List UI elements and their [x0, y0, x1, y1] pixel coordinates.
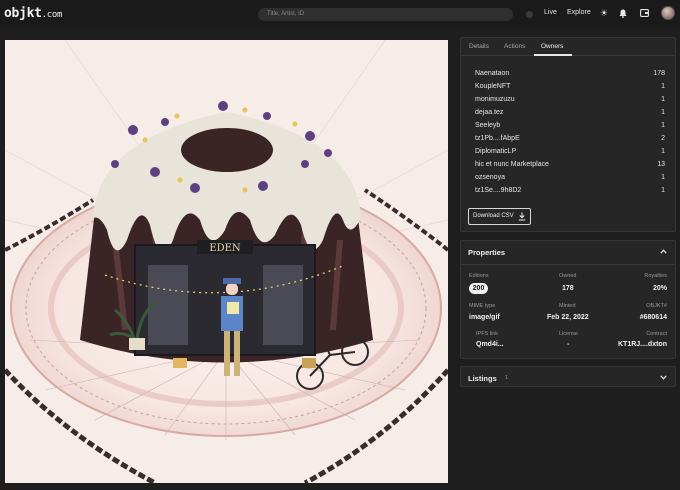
top-nav-bar: objkt.com Title, Artist, ID Live Explore…: [0, 0, 680, 28]
properties-panel: Properties Editions 200 Owned 178 Royalt…: [460, 240, 676, 359]
contract-label: Contract: [646, 331, 667, 337]
properties-heading[interactable]: Properties: [468, 248, 505, 257]
avatar[interactable]: [661, 6, 675, 20]
tab-details[interactable]: Details: [469, 43, 489, 50]
nav-link-explore[interactable]: Explore: [567, 9, 591, 16]
objkt-value[interactable]: #680614: [640, 314, 667, 321]
owner-name[interactable]: monimuzuzu: [475, 96, 515, 103]
owner-row[interactable]: dejaa.tez 1: [475, 109, 665, 121]
listings-count: 1: [505, 375, 509, 381]
owner-row[interactable]: monimuzuzu 1: [475, 96, 665, 108]
wallet-icon[interactable]: [640, 9, 649, 17]
owner-row[interactable]: ozsenoya 1: [475, 174, 665, 186]
artwork-image[interactable]: EDEN: [5, 40, 448, 483]
contract-link[interactable]: KT1RJ....dxton: [618, 341, 667, 348]
tab-bar: Details Actions Owners: [461, 38, 675, 56]
owner-name[interactable]: KoupleNFT: [475, 83, 510, 90]
download-icon: [518, 212, 526, 221]
owner-count: 2: [661, 135, 665, 142]
ipfs-label: IPFS link: [476, 331, 499, 337]
owner-count: 13: [657, 161, 665, 168]
owner-count: 1: [661, 109, 665, 116]
mime-label: MIME type: [469, 303, 496, 309]
owner-row[interactable]: tz1Pb....fAbpE 2: [475, 135, 665, 147]
license-value: -: [567, 341, 570, 348]
ipfs-link[interactable]: Qmd4i...: [476, 341, 504, 348]
owned-label: Owned: [559, 273, 577, 279]
chevron-up-icon[interactable]: [660, 249, 667, 254]
minted-value: Feb 22, 2022: [547, 314, 589, 321]
divider: [461, 264, 675, 265]
owners-panel: Details Actions Owners Naenataon 178 Koupl…: [460, 37, 676, 232]
owner-count: 1: [661, 122, 665, 129]
mime-value: image/gif: [469, 314, 500, 321]
shop-sign-text: EDEN: [209, 243, 241, 254]
minted-label: Minted: [559, 303, 576, 309]
royalties-value: 20%: [652, 285, 667, 292]
tab-owners[interactable]: Owners: [541, 43, 563, 50]
owner-row[interactable]: DiplomaticLP 1: [475, 148, 665, 160]
owner-count: 1: [661, 148, 665, 155]
owner-row[interactable]: hic et nunc Marketplace 13: [475, 161, 665, 173]
owner-row[interactable]: Naenataon 178: [475, 70, 665, 82]
sun-icon[interactable]: ☀: [599, 8, 609, 18]
license-label: License: [559, 331, 578, 337]
owner-count: 1: [661, 83, 665, 90]
editions-value: 200: [469, 283, 488, 294]
live-indicator-icon: [526, 11, 533, 18]
owner-name[interactable]: dejaa.tez: [475, 109, 503, 116]
search-input[interactable]: Title, Artist, ID: [258, 8, 513, 21]
owner-row[interactable]: tz1Se....9h8D2 1: [475, 187, 665, 199]
owner-count: 1: [661, 174, 665, 181]
owner-name[interactable]: Seeleyb: [475, 122, 500, 129]
chevron-down-icon[interactable]: [660, 375, 667, 380]
editions-label: Editions: [469, 273, 489, 279]
owner-count: 178: [653, 70, 665, 77]
tab-actions[interactable]: Actions: [504, 43, 525, 50]
listings-heading[interactable]: Listings: [468, 374, 497, 383]
bell-icon[interactable]: [619, 9, 627, 18]
owner-count: 1: [661, 96, 665, 103]
owner-name[interactable]: Naenataon: [475, 70, 509, 77]
owner-count: 1: [661, 187, 665, 194]
owner-row[interactable]: KoupleNFT 1: [475, 83, 665, 95]
active-tab-indicator: [534, 54, 572, 56]
owned-value: 178: [562, 285, 574, 292]
royalties-label: Royalties: [644, 273, 667, 279]
download-csv-label: Download CSV: [473, 213, 514, 219]
objkt-label: OBJKT#: [646, 303, 667, 309]
site-logo[interactable]: objkt.com: [4, 6, 62, 21]
owner-name[interactable]: tz1Pb....fAbpE: [475, 135, 520, 142]
listings-panel[interactable]: Listings 1: [460, 366, 676, 387]
owner-row[interactable]: Seeleyb 1: [475, 122, 665, 134]
owner-name[interactable]: hic et nunc Marketplace: [475, 161, 549, 168]
owner-name[interactable]: ozsenoya: [475, 174, 505, 181]
nav-link-live[interactable]: Live: [544, 9, 557, 16]
download-csv-button[interactable]: Download CSV: [468, 208, 531, 225]
owner-name[interactable]: tz1Se....9h8D2: [475, 187, 521, 194]
owner-name[interactable]: DiplomaticLP: [475, 148, 516, 155]
